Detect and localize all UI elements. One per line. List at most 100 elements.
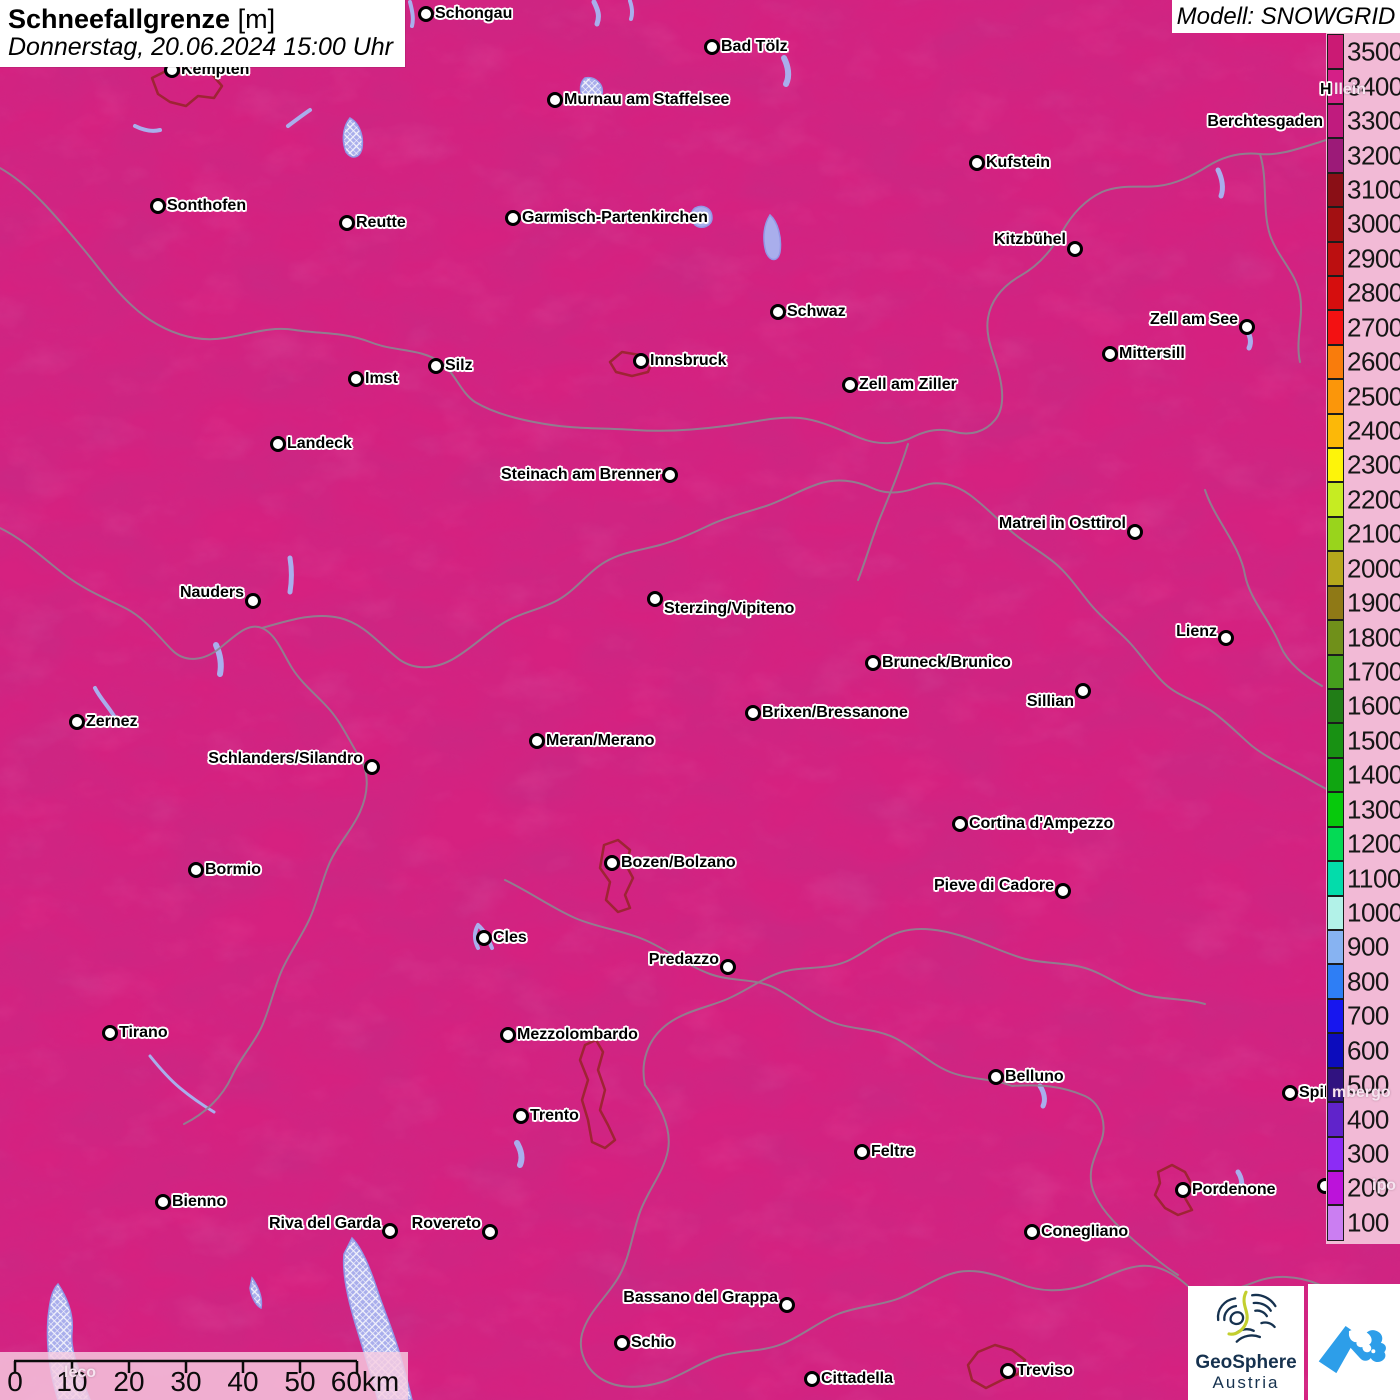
city-dot xyxy=(69,714,85,730)
city-dot xyxy=(547,92,563,108)
legend-value: 200 xyxy=(1347,1172,1389,1203)
legend-value: 400 xyxy=(1347,1104,1389,1135)
scale-bar: 0 10 20 30 40 50 60km xyxy=(0,1352,408,1400)
map-title-text: Schneefallgrenze xyxy=(8,4,231,34)
legend-segment xyxy=(1327,481,1344,518)
legend-value: 3400 xyxy=(1347,71,1400,102)
city-label: Conegliano xyxy=(1041,1223,1129,1240)
legend-segment xyxy=(1327,757,1344,793)
city-label: Imst xyxy=(365,370,398,387)
city-marker-layer: Schongau Bad Tölz Kempten Murnau am Staffel… xyxy=(0,0,1400,1400)
legend-value: 1400 xyxy=(1347,759,1400,790)
city-label: Riva del Garda xyxy=(268,1215,381,1232)
city-label: Sterzing/Vipiteno xyxy=(664,600,795,617)
legend-segment xyxy=(1327,172,1344,208)
city-dot xyxy=(704,39,720,55)
legend-value: 2500 xyxy=(1347,381,1400,411)
legend-value: 2900 xyxy=(1347,243,1400,274)
city-label: Kufstein xyxy=(986,154,1050,171)
city-dot xyxy=(102,1025,118,1041)
city-dot xyxy=(633,353,649,369)
legend-segment xyxy=(1327,103,1344,139)
legend-value: 2000 xyxy=(1347,553,1400,584)
city-label: Steinach am Brenner xyxy=(500,466,661,483)
city-dot xyxy=(1102,346,1118,362)
city-dot xyxy=(150,198,166,214)
city-label: Reutte xyxy=(356,214,406,231)
legend-value: 300 xyxy=(1347,1138,1389,1169)
city-label: Bruneck/Brunico xyxy=(882,654,1011,671)
legend-value: 2600 xyxy=(1347,346,1400,377)
legend-value: 1900 xyxy=(1347,587,1400,618)
city-dot xyxy=(500,1027,516,1043)
city-dot xyxy=(614,1335,630,1351)
city-label: Schongau xyxy=(435,5,513,22)
legend-value: 1500 xyxy=(1347,725,1400,756)
city-label: Zernez xyxy=(86,713,138,730)
legend-value: 2800 xyxy=(1347,277,1400,308)
city-label: Bienno xyxy=(172,1193,227,1210)
city-label: Schlanders/Silandro xyxy=(208,750,363,767)
city-dot xyxy=(1024,1224,1040,1240)
legend-value: 3500 xyxy=(1347,36,1400,67)
legend-value: 3000 xyxy=(1347,208,1400,239)
legend-segment xyxy=(1327,1032,1344,1069)
legend-value: 3100 xyxy=(1347,174,1400,205)
map-title-box: Schneefallgrenze [m] Donnerstag, 20.06.2… xyxy=(0,0,405,67)
scale-tick-label: 50 xyxy=(284,1366,316,1397)
city-dot xyxy=(348,371,364,387)
legend-value: 600 xyxy=(1347,1035,1389,1066)
city-label: Nauders xyxy=(179,584,244,601)
legend-value: 900 xyxy=(1347,931,1389,962)
legend-segment xyxy=(1327,137,1344,174)
city-dot xyxy=(505,210,521,226)
city-dot xyxy=(720,959,736,975)
city-dot xyxy=(770,304,786,320)
city-label: Zell am Ziller xyxy=(859,376,957,393)
city-label: Predazzo xyxy=(648,951,719,968)
scale-tick-label: 10 xyxy=(56,1366,88,1397)
city-label: Schio xyxy=(631,1334,675,1351)
legend-segment xyxy=(1327,344,1344,380)
legend-value: 700 xyxy=(1347,1000,1389,1031)
city-label: Bozen/Bolzano xyxy=(621,854,736,871)
city-dot xyxy=(969,155,985,171)
city-label: Cittadella xyxy=(821,1370,894,1387)
city-dot xyxy=(339,215,355,231)
legend-segment xyxy=(1327,206,1344,243)
city-label: Innsbruck xyxy=(650,352,727,369)
legend-value: 800 xyxy=(1347,966,1389,997)
city-dot xyxy=(245,593,261,609)
city-dot xyxy=(865,655,881,671)
legend-segment xyxy=(1327,998,1344,1034)
city-dot xyxy=(1239,319,1255,335)
legend-segment xyxy=(1327,275,1344,311)
legend-segment xyxy=(1327,791,1344,828)
city-label: Bormio xyxy=(205,861,261,878)
city-label: Landeck xyxy=(287,435,352,452)
city-dot xyxy=(952,816,968,832)
city-label: Berchtesgaden xyxy=(1207,113,1323,130)
city-dot xyxy=(1282,1085,1298,1101)
legend-value: 2400 xyxy=(1347,415,1400,446)
city-dot xyxy=(364,759,380,775)
legend-segment xyxy=(1327,1170,1344,1206)
scale-tick-label: 20 xyxy=(113,1366,145,1397)
legend-value: 2700 xyxy=(1347,312,1400,343)
legend-segment xyxy=(1327,309,1344,346)
city-dot xyxy=(745,705,761,721)
legend-segment xyxy=(1327,1204,1344,1241)
city-dot xyxy=(1218,630,1234,646)
city-label: Matrei in Osttirol xyxy=(998,515,1126,532)
city-dot xyxy=(270,436,286,452)
map-datetime: Donnerstag, 20.06.2024 15:00 Uhr xyxy=(8,33,393,61)
city-label: Bad Tölz xyxy=(721,38,788,55)
legend-segment xyxy=(1327,722,1344,759)
city-dot xyxy=(482,1224,498,1240)
city-label: Brixen/Bressanone xyxy=(762,704,908,721)
city-dot xyxy=(1127,524,1143,540)
city-dot xyxy=(513,1108,529,1124)
geosphere-logo-name: GeoSphere xyxy=(1195,1352,1297,1373)
scale-tick-label: 40 xyxy=(227,1366,259,1397)
legend-colorbar xyxy=(1327,34,1344,1241)
